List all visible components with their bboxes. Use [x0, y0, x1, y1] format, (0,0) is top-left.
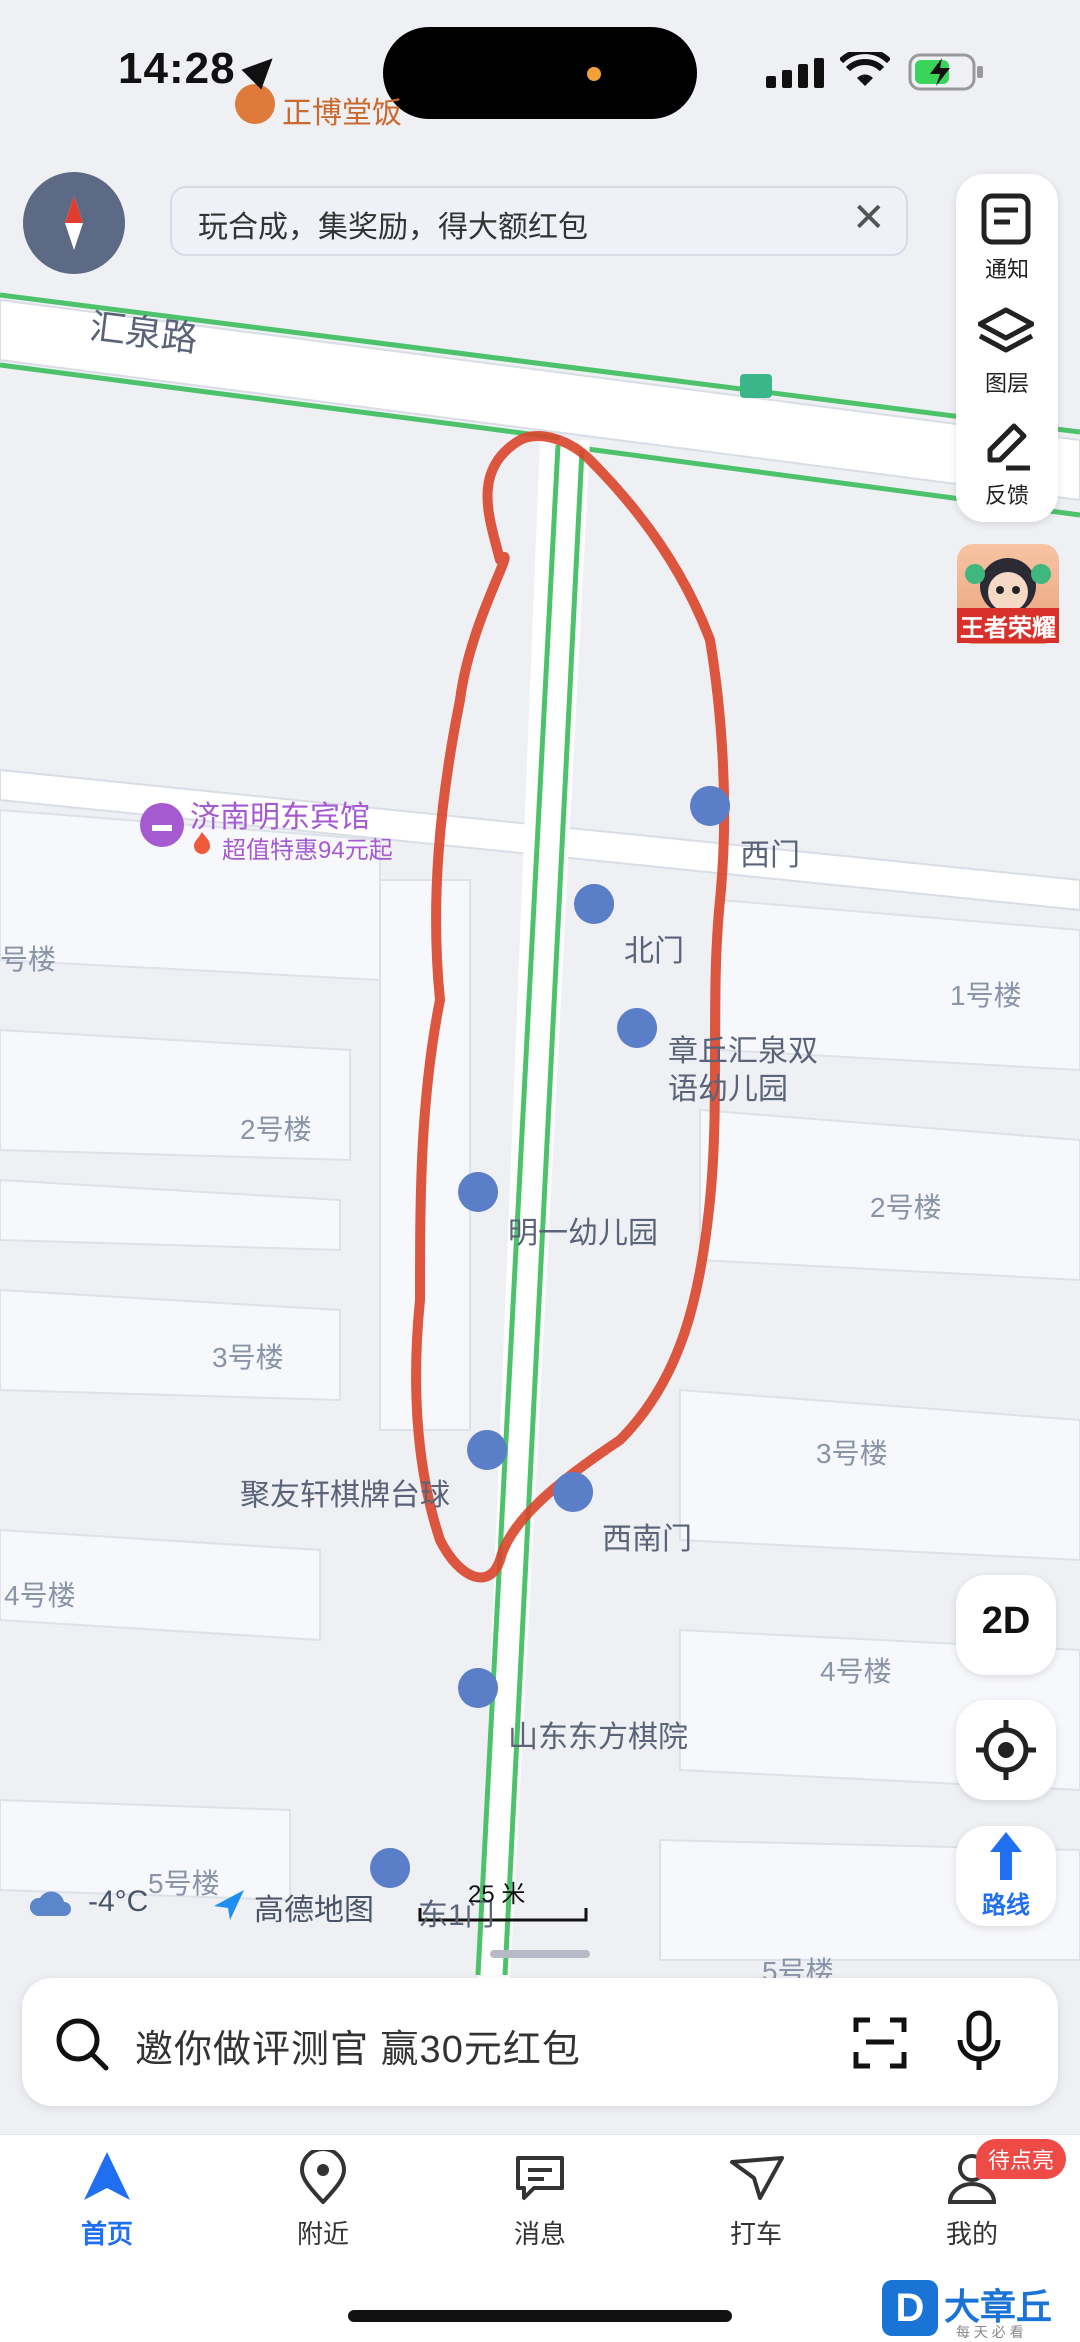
temperature: -4°C	[88, 1885, 149, 1918]
side-item-label[interactable]: 反馈	[956, 478, 1058, 510]
tab-message-icon[interactable]	[514, 2154, 566, 2202]
tab-nearby[interactable]: 附近	[253, 2214, 393, 2251]
poi-label[interactable]: 山东东方棋院	[508, 1712, 688, 1756]
watermark-sub: 每 天 必 看	[956, 2324, 1024, 2340]
hotel-icon: ▬	[152, 814, 172, 836]
battery-charging-icon	[908, 52, 986, 92]
promo-banner-text: 玩合成，集奖励，得大额红包	[198, 211, 588, 244]
side-item-label[interactable]: 图层	[956, 366, 1058, 398]
building-label: 5号楼	[148, 1868, 220, 1899]
search-icon[interactable]	[54, 2016, 110, 2072]
poi-label[interactable]: 北门	[624, 926, 684, 970]
tab-message[interactable]: 消息	[470, 2214, 610, 2251]
poi-label[interactable]: 明一幼儿园	[508, 1208, 658, 1252]
amap-brand: 高德地图	[254, 1894, 374, 1927]
privacy-indicator-dot	[587, 67, 601, 81]
home-indicator[interactable]	[348, 2310, 732, 2322]
feedback-icon[interactable]	[980, 420, 1034, 474]
microphone-icon[interactable]	[956, 2010, 1002, 2074]
building-label: 3号楼	[816, 1438, 888, 1469]
building-label: 4号楼	[820, 1656, 892, 1687]
poi-label[interactable]: 西门	[740, 830, 800, 874]
search-placeholder[interactable]: 邀你做评测官 赢30元红包	[135, 2018, 581, 2073]
poi-label[interactable]: 聚友轩棋牌台球	[240, 1470, 450, 1514]
dynamic-island	[383, 27, 697, 119]
cloud-icon	[28, 1890, 72, 1918]
wifi-icon	[838, 48, 892, 88]
tab-profile[interactable]: 我的	[902, 2214, 1042, 2251]
locate-button[interactable]	[956, 1700, 1056, 1800]
signal-icon	[766, 56, 828, 88]
route-label: 路线	[982, 1892, 1030, 1919]
locate-icon	[976, 1720, 1036, 1780]
building-label: 1号楼	[950, 980, 1022, 1011]
hotel-promo: 超值特惠94元起	[222, 837, 393, 864]
view-mode-label: 2D	[981, 1600, 1031, 1642]
side-item-label[interactable]: 通知	[956, 252, 1058, 284]
close-icon[interactable]: ✕	[852, 198, 886, 238]
fire-icon	[192, 830, 212, 854]
tab-taxi-icon[interactable]	[730, 2154, 784, 2202]
building-label: 2号楼	[870, 1192, 942, 1223]
tab-profile-badge: 待点亮	[976, 2139, 1067, 2179]
building-label: 2号楼	[240, 1114, 312, 1145]
building-label: 3号楼	[212, 1342, 284, 1373]
compass-icon	[65, 196, 83, 250]
amap-logo-icon	[212, 1888, 246, 1922]
tab-home[interactable]: 首页	[37, 2214, 177, 2251]
watermark: D 大章丘 每 天 必 看	[880, 2278, 1080, 2341]
watermark-logo: D	[882, 2280, 938, 2336]
scan-icon[interactable]	[852, 2014, 908, 2070]
poi-label[interactable]: 语幼儿园	[668, 1064, 788, 1108]
poi-label[interactable]: 西南门	[602, 1514, 692, 1558]
layers-icon[interactable]	[977, 306, 1035, 358]
tab-home-icon[interactable]	[82, 2150, 132, 2202]
game-ad-label[interactable]: 王者荣耀	[957, 608, 1059, 643]
building-label: 号楼	[0, 944, 57, 975]
building-label: 4号楼	[4, 1580, 76, 1611]
compass-button[interactable]	[23, 172, 125, 274]
notification-icon[interactable]	[980, 192, 1034, 246]
route-arrow-icon	[990, 1832, 1022, 1880]
tab-taxi[interactable]: 打车	[686, 2214, 826, 2251]
status-time: 14:28	[118, 44, 236, 93]
scale-label: 25 米	[468, 1881, 526, 1908]
tab-nearby-icon[interactable]	[298, 2147, 348, 2205]
top-poi-label[interactable]: 正博堂饭	[282, 88, 402, 132]
